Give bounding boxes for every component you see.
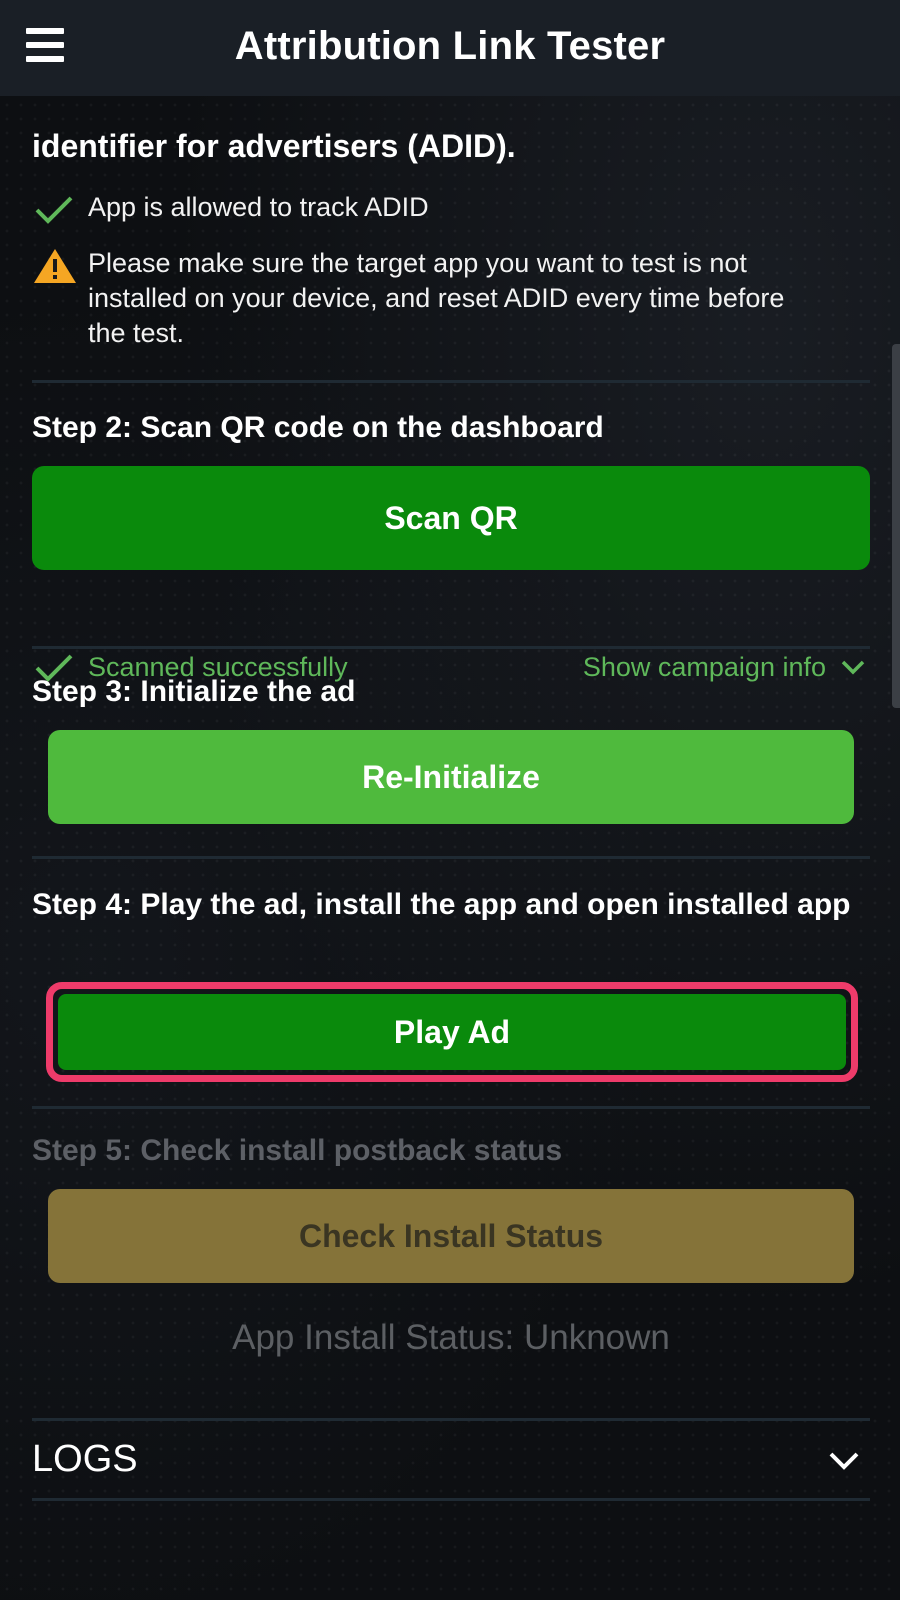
chevron-down-icon xyxy=(841,660,865,675)
intro-title: identifier for advertisers (ADID). xyxy=(32,128,516,164)
step5-title: Step 5: Check install postback status xyxy=(32,1134,563,1167)
step3-title: Step 3: Initialize the ad xyxy=(32,675,356,708)
divider xyxy=(32,1418,870,1421)
divider xyxy=(32,646,870,649)
warning-icon xyxy=(34,249,76,283)
install-status-text: App Install Status: Unknown xyxy=(232,1318,670,1357)
check-icon xyxy=(35,196,73,224)
scan-qr-button[interactable]: Scan QR xyxy=(32,466,870,570)
divider xyxy=(32,380,870,383)
chevron-down-icon[interactable] xyxy=(826,1446,862,1474)
step4-title: Step 4: Play the ad, install the app and… xyxy=(32,888,851,921)
scrollbar[interactable] xyxy=(892,344,900,708)
show-campaign-info-label: Show campaign info xyxy=(582,651,826,682)
adid-allowed-row: App is allowed to track ADID xyxy=(32,190,429,228)
app-bar: Attribution Link Tester xyxy=(0,0,900,96)
adid-allowed-text: App is allowed to track ADID xyxy=(88,192,429,222)
show-campaign-info-toggle[interactable]: Show campaign info xyxy=(583,652,870,683)
warning-row: Please make sure the target app you want… xyxy=(32,246,832,351)
divider xyxy=(32,1498,870,1501)
divider xyxy=(32,856,870,859)
warning-text: Please make sure the target app you want… xyxy=(88,248,785,348)
step2-title: Step 2: Scan QR code on the dashboard xyxy=(32,411,604,444)
re-initialize-button[interactable]: Re-Initialize xyxy=(48,730,854,824)
divider xyxy=(32,1106,870,1109)
app-title: Attribution Link Tester xyxy=(234,24,666,68)
logs-title[interactable]: LOGS xyxy=(32,1438,138,1481)
check-install-status-button[interactable]: Check Install Status xyxy=(48,1189,854,1283)
play-ad-button[interactable]: Play Ad xyxy=(58,994,846,1070)
